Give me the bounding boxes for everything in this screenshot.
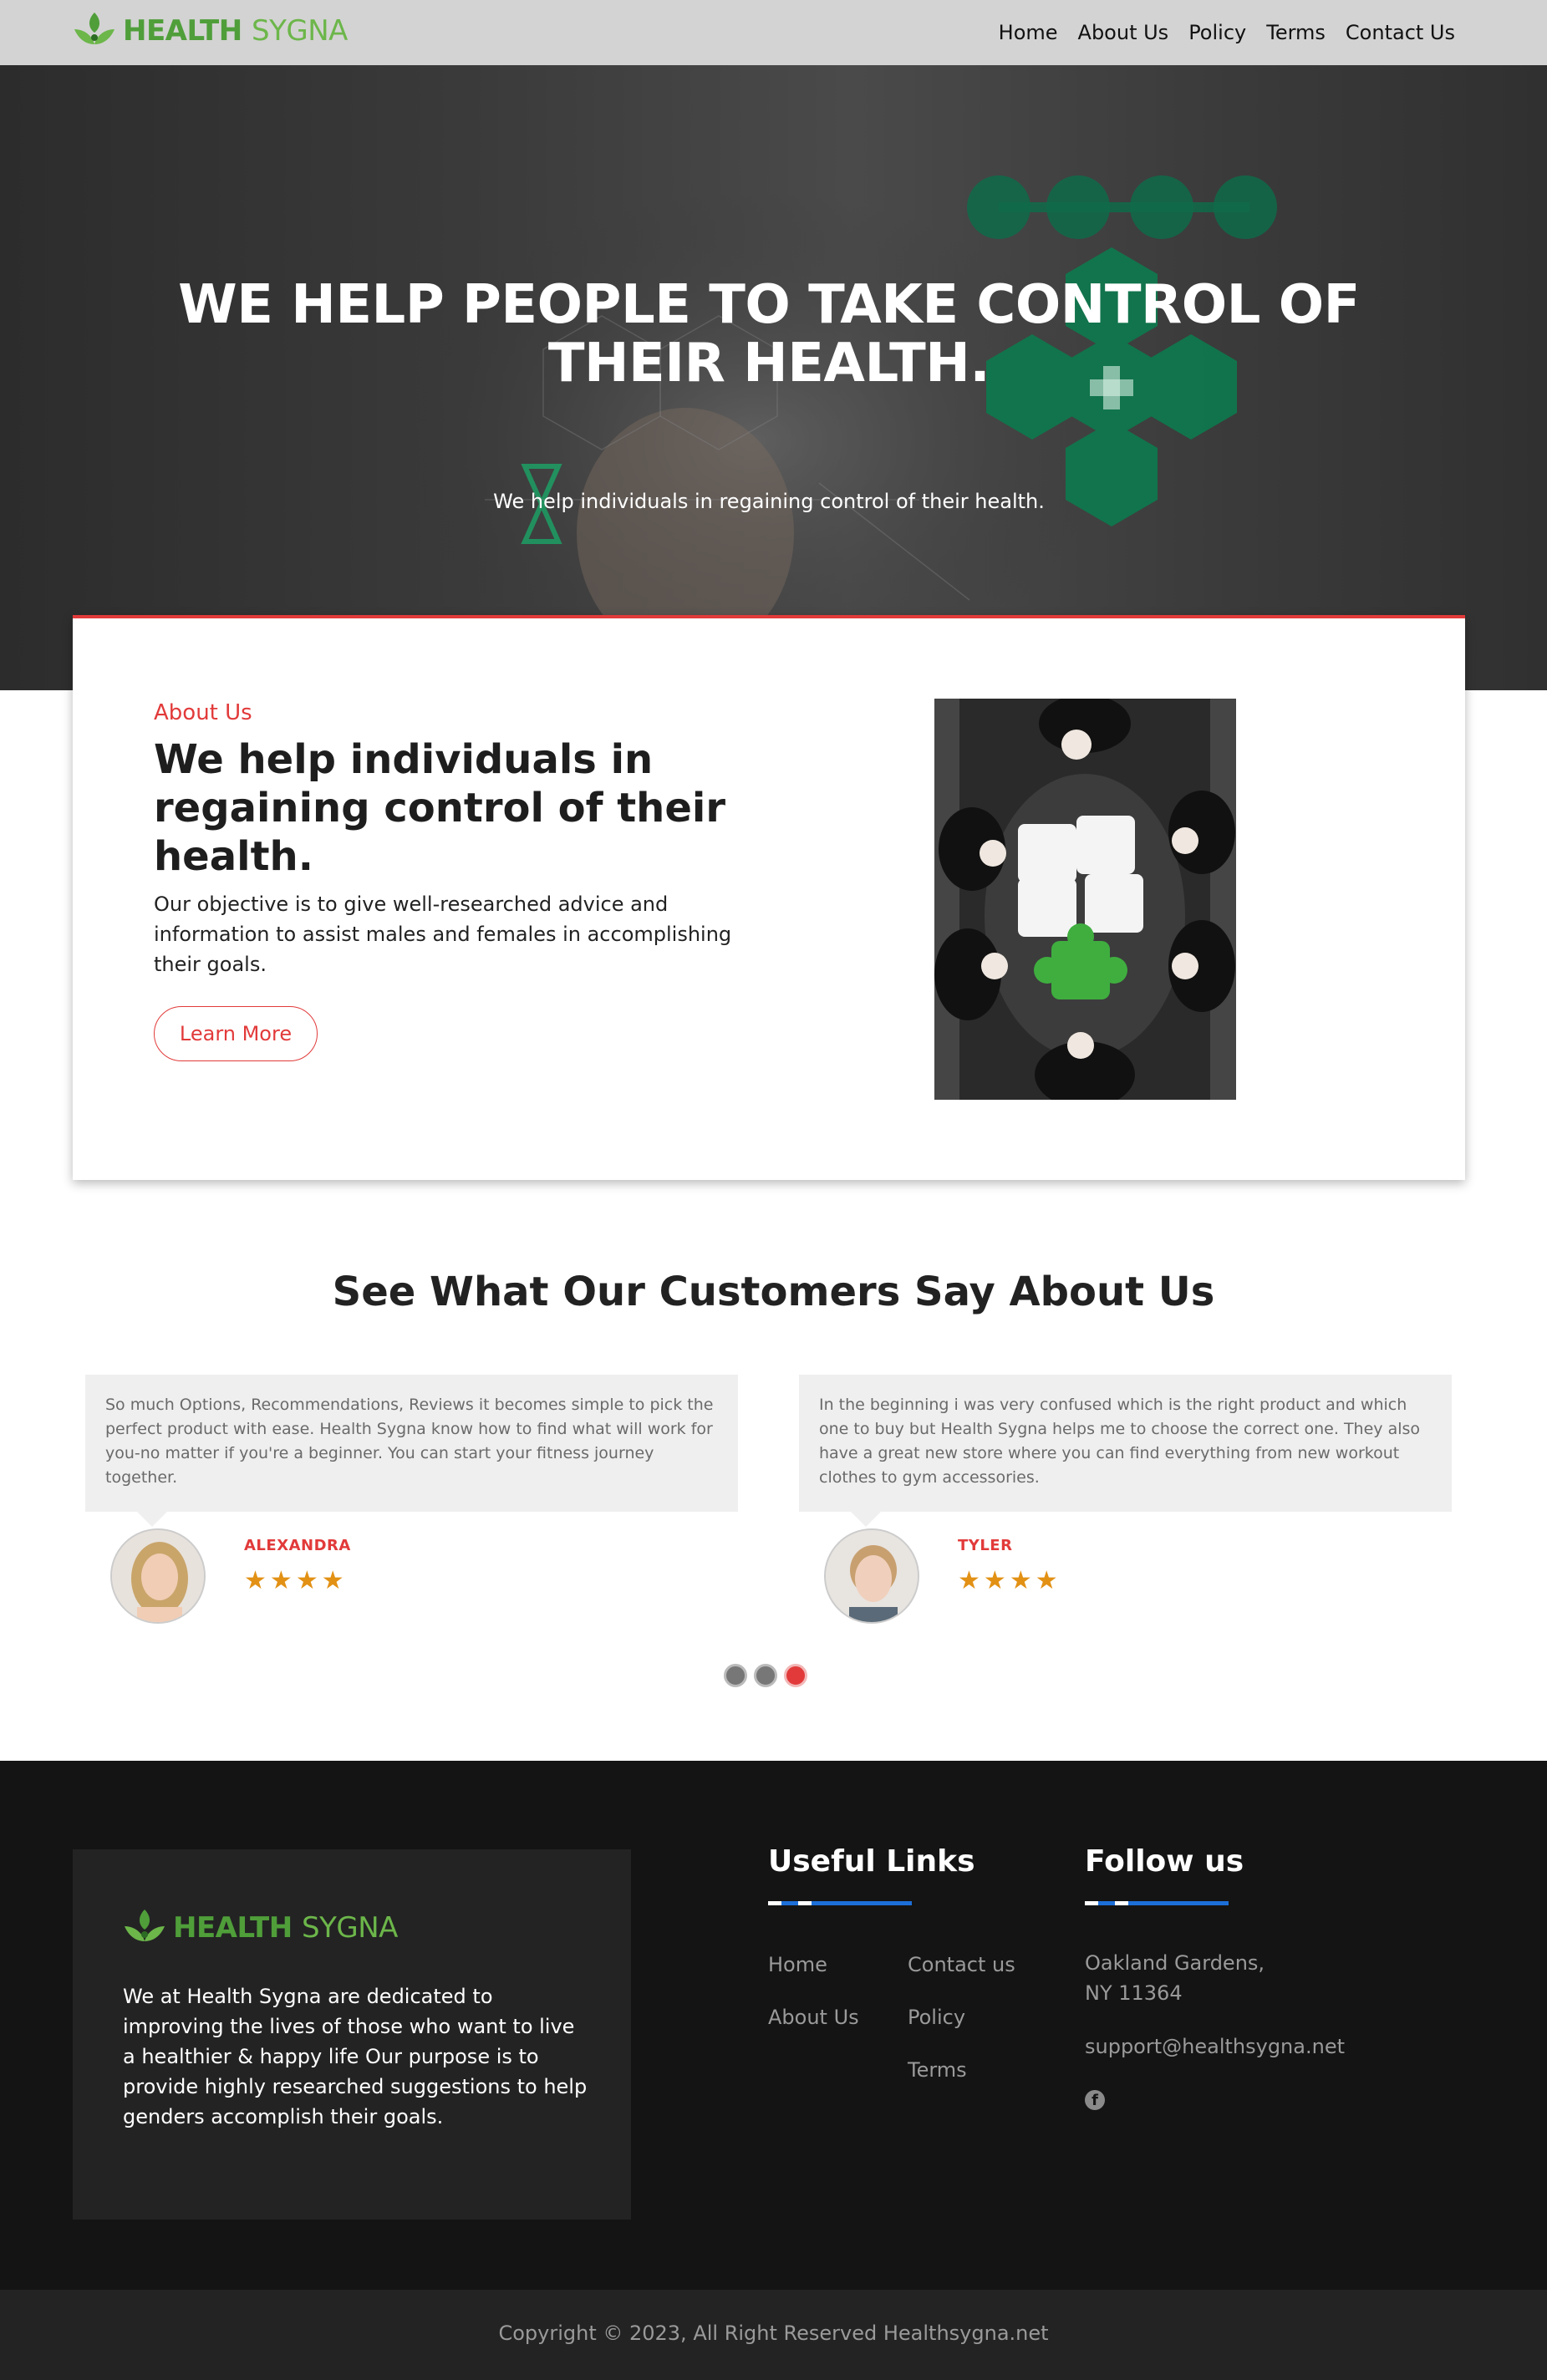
star-icon: ★ [295, 1566, 318, 1595]
avatar [110, 1528, 206, 1624]
nav-about-us[interactable]: About Us [1078, 21, 1169, 44]
carousel-dot[interactable] [724, 1664, 747, 1687]
leaf-logo-icon [125, 1910, 165, 1941]
footer-brand-logo[interactable]: HEALTH SYGNA [123, 1908, 398, 1948]
star-rating: ★ ★ ★ ★ [244, 1569, 344, 1594]
star-icon: ★ [983, 1566, 1006, 1595]
carousel-dot-active[interactable] [784, 1664, 807, 1687]
footer-link-terms[interactable]: Terms [908, 2058, 967, 2082]
footer-link-contact-us[interactable]: Contact us [908, 1953, 1015, 1976]
heading-underline [768, 1901, 912, 1905]
star-icon: ★ [269, 1566, 293, 1595]
star-icon: ★ [1009, 1566, 1032, 1595]
heading-underline [1085, 1901, 1229, 1905]
carousel-pager [724, 1664, 807, 1687]
star-icon: ★ [958, 1566, 980, 1595]
nav-home[interactable]: Home [999, 21, 1058, 44]
copyright-bar: Copyright © 2023, All Right Reserved Hea… [0, 2290, 1547, 2380]
nav-contact-us[interactable]: Contact Us [1346, 21, 1455, 44]
footer-address-line1: Oakland Gardens, [1085, 1951, 1265, 1975]
testimonial-name: ALEXANDRA [244, 1537, 351, 1554]
star-rating: ★ ★ ★ ★ [958, 1569, 1058, 1594]
brand-logo[interactable]: HEALTH SYGNA [73, 10, 348, 52]
star-icon: ★ [321, 1566, 344, 1595]
star-icon: ★ [244, 1566, 267, 1595]
brand-name: HEALTH SYGNA [123, 14, 348, 48]
about-title: We help individuals in regaining control… [154, 736, 726, 880]
testimonials-title: See What Our Customers Say About Us [332, 1269, 1215, 1315]
facebook-icon[interactable]: f [1085, 2090, 1105, 2110]
footer-link-home[interactable]: Home [768, 1953, 827, 1976]
testimonial-card: So much Options, Recommendations, Review… [85, 1375, 738, 1624]
hero-title: WE HELP PEOPLE TO TAKE CONTROL OF THEIR … [178, 274, 1360, 394]
team-puzzle-image [934, 699, 1236, 1100]
testimonial-card: In the beginning i was very confused whi… [799, 1375, 1452, 1624]
useful-links-heading: Useful Links [768, 1844, 975, 1879]
nav-policy[interactable]: Policy [1188, 21, 1246, 44]
testimonial-text: So much Options, Recommendations, Review… [85, 1375, 738, 1527]
main-nav: Home About Us Policy Terms Contact Us [999, 0, 1455, 65]
leaf-logo-icon [74, 13, 114, 44]
footer-link-policy[interactable]: Policy [908, 2006, 965, 2029]
star-icon: ★ [1035, 1566, 1058, 1595]
footer-address-line2: NY 11364 [1085, 1981, 1183, 2005]
follow-us-heading: Follow us [1085, 1844, 1244, 1879]
testimonial-text: In the beginning i was very confused whi… [799, 1375, 1452, 1527]
about-text: Our objective is to give well-researched… [154, 892, 732, 976]
hero-subtitle: We help individuals in regaining control… [493, 490, 1045, 513]
copyright-text: Copyright © 2023, All Right Reserved Hea… [498, 2322, 1049, 2345]
about-card: About Us We help individuals in regainin… [73, 615, 1465, 1180]
learn-more-button[interactable]: Learn More [154, 1006, 318, 1061]
footer-email[interactable]: support@healthsygna.net [1085, 2032, 1345, 2062]
footer-link-about-us[interactable]: About Us [768, 2006, 859, 2029]
hero-section: WE HELP PEOPLE TO TAKE CONTROL OF THEIR … [0, 65, 1547, 690]
navbar: HEALTH SYGNA Home About Us Policy Terms … [0, 0, 1547, 65]
footer-about-text: We at Health Sygna are dedicated to impr… [123, 1985, 588, 2128]
avatar [824, 1528, 919, 1624]
nav-terms[interactable]: Terms [1266, 21, 1326, 44]
footer-about-box: HEALTH SYGNA We at Health Sygna are dedi… [73, 1849, 631, 2220]
testimonial-name: TYLER [958, 1537, 1013, 1554]
carousel-dot[interactable] [754, 1664, 777, 1687]
footer: HEALTH SYGNA We at Health Sygna are dedi… [0, 1761, 1547, 2290]
footer-brand-name: HEALTH SYGNA [173, 1911, 398, 1945]
about-label: About Us [154, 700, 252, 725]
